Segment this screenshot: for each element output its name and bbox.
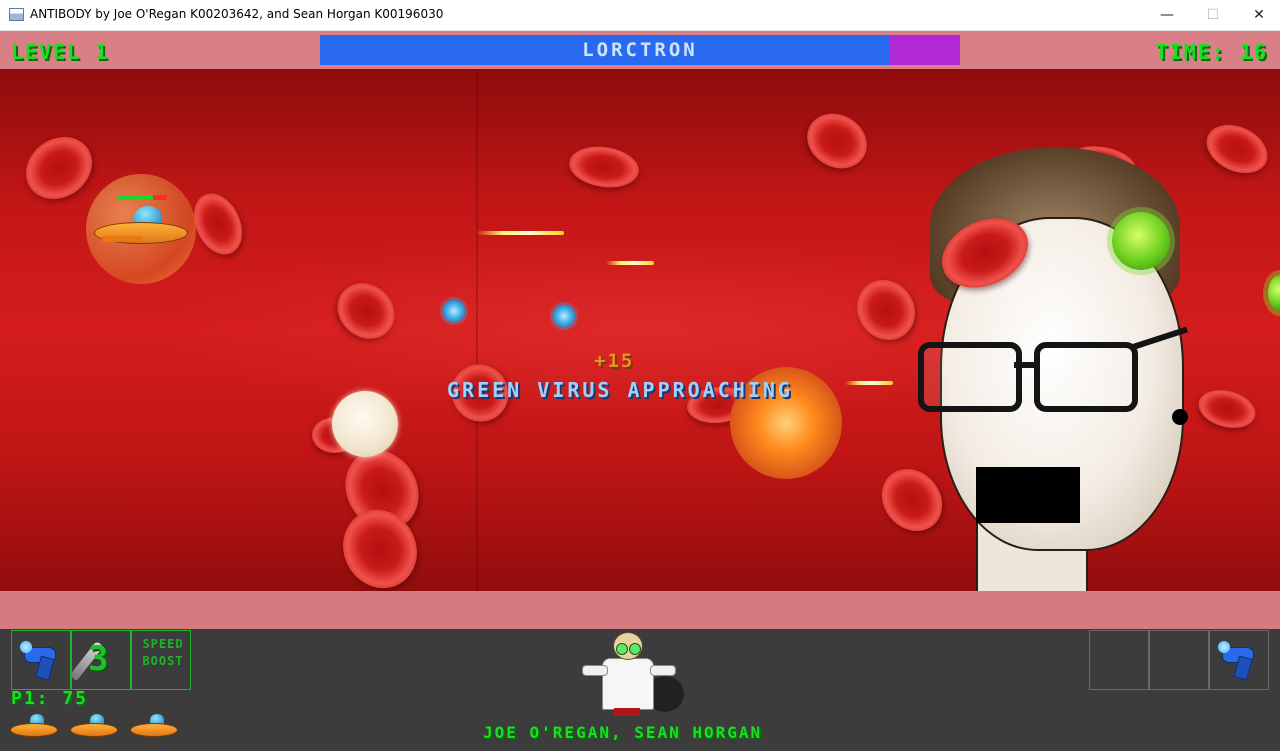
- professor-arm: [582, 665, 608, 676]
- p2-slot-empty: [1089, 630, 1149, 690]
- speed-boost-slot: SPEED BOOST: [131, 630, 191, 690]
- maximize-button[interactable]: ☐: [1190, 0, 1236, 30]
- red-blood-cell: [326, 271, 406, 351]
- green-virus: [1268, 275, 1280, 311]
- bottom-hud: 3 SPEED BOOST P1: 75 JOE O'REGAN, SEAN H…: [0, 629, 1280, 751]
- boss-name: LORCTRON: [582, 39, 698, 61]
- weapon-slot: [11, 630, 71, 690]
- minimize-button[interactable]: —: [1144, 0, 1190, 30]
- score-popup: +15: [594, 350, 635, 372]
- life-ship-icon: [70, 714, 118, 742]
- time-label: TIME: 16: [1155, 40, 1268, 64]
- vessel-wall-bottom: [0, 591, 1280, 629]
- boss-glasses-bridge: [1014, 362, 1036, 368]
- p1-score: P1: 75: [11, 688, 89, 709]
- boss-lorctron: [910, 147, 1210, 591]
- p2-weapon-slot: [1209, 630, 1269, 690]
- rocket-count: 3: [88, 639, 109, 679]
- laser-shot: [476, 231, 564, 235]
- player-health-fill: [117, 195, 153, 200]
- p2-slot-empty: [1149, 630, 1209, 690]
- laser-shot: [845, 381, 893, 385]
- vessel-seam: [476, 69, 478, 591]
- professor-goggle: [616, 643, 628, 655]
- life-ship-hull: [130, 723, 178, 737]
- rocket-slot: 3: [69, 630, 131, 690]
- boss-glasses-right: [1034, 342, 1138, 412]
- blue-virus: [553, 305, 575, 327]
- boss-earring: [1172, 409, 1188, 425]
- level-label: LEVEL 1: [11, 40, 110, 64]
- professor-icon: [580, 630, 684, 718]
- life-ship-hull: [70, 723, 118, 737]
- ship-icon: [94, 206, 190, 252]
- game-playfield[interactable]: +15 GREEN VIRUS APPROACHING: [0, 69, 1280, 591]
- window-titlebar: ANTIBODY by Joe O'Regan K00203642, and S…: [0, 0, 1280, 31]
- blue-virus: [443, 300, 465, 322]
- boss-glasses-left: [918, 342, 1022, 412]
- professor-goggle: [629, 643, 641, 655]
- white-blood-cell: [332, 391, 398, 457]
- green-virus: [1112, 212, 1170, 270]
- speed-boost-label: SPEED BOOST: [142, 637, 184, 668]
- professor-head: [613, 632, 643, 660]
- laser-shot: [606, 261, 654, 265]
- professor-legs: [614, 708, 640, 716]
- close-button[interactable]: ✕: [1236, 0, 1280, 30]
- gun-glow: [20, 641, 32, 653]
- red-blood-cell: [797, 102, 877, 180]
- red-blood-cell: [566, 142, 642, 192]
- professor-coat: [602, 658, 654, 710]
- laser-gun-icon: [20, 639, 60, 681]
- player-health-bar: [117, 195, 167, 200]
- red-blood-cell: [1198, 115, 1276, 183]
- ship-fin: [102, 236, 142, 242]
- credits-text: JOE O'REGAN, SEAN HORGAN: [483, 723, 763, 742]
- life-ship-hull: [10, 723, 58, 737]
- window-app-icon: [9, 8, 24, 21]
- announcement-text: GREEN VIRUS APPROACHING: [447, 378, 793, 402]
- boss-mouth-block: [976, 467, 1080, 523]
- window-title: ANTIBODY by Joe O'Regan K00203642, and S…: [30, 7, 444, 21]
- laser-gun-icon: [1218, 639, 1258, 681]
- life-ship-icon: [130, 714, 178, 742]
- life-ship-icon: [10, 714, 58, 742]
- professor-arm: [650, 665, 676, 676]
- red-blood-cell: [13, 124, 105, 212]
- gun-glow: [1218, 641, 1230, 653]
- boss-health-bar: LORCTRON: [320, 35, 960, 65]
- top-hud: LEVEL 1 LORCTRON TIME: 16: [0, 31, 1280, 69]
